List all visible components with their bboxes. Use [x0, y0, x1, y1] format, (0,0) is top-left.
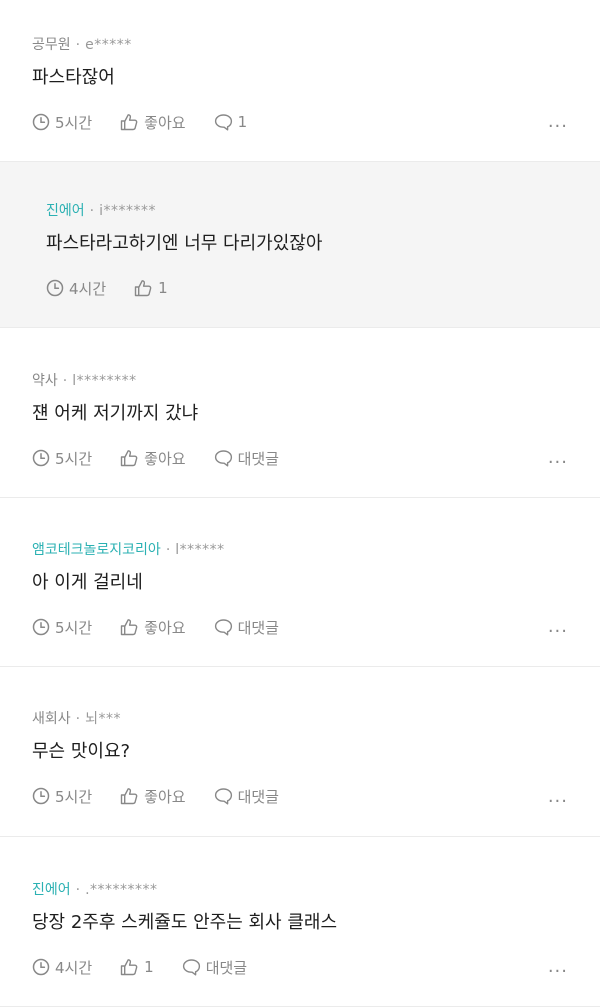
clock-icon [32, 958, 50, 976]
clock-icon [32, 618, 50, 636]
separator: · [165, 542, 171, 558]
comment-meta: 공무원 · e***** [32, 36, 568, 54]
reply-button[interactable]: 대댓글 [214, 617, 279, 638]
reply-label: 대댓글 [237, 787, 279, 806]
like-count: 1 [158, 279, 168, 297]
more-button[interactable]: ... [548, 113, 568, 131]
separator: · [75, 711, 81, 727]
like-button[interactable]: 좋아요 [120, 786, 186, 807]
more-button[interactable]: ... [548, 788, 568, 806]
reply-label: 대댓글 [237, 449, 279, 468]
time-text: 4시간 [69, 279, 107, 298]
separator: · [89, 203, 95, 219]
reply-label: 대댓글 [205, 958, 248, 977]
like-button[interactable]: 1 [120, 958, 154, 976]
speech-bubble-icon [214, 450, 232, 467]
like-label: 좋아요 [144, 618, 186, 637]
clock-icon [32, 449, 50, 467]
reply-comment: 진에어 · i******* 파스타라고하기엔 너무 다리가있잖아 4시간 1 [0, 162, 600, 328]
reply-button[interactable]: 대댓글 [214, 448, 279, 469]
thumbs-up-icon [120, 114, 138, 131]
comment-actions: 5시간 좋아요 1 [32, 111, 568, 133]
comment-meta: 앰코테크놀로지코리아 · l****** [32, 541, 568, 559]
time-text: 5시간 [55, 618, 93, 637]
separator: · [62, 373, 68, 389]
user-id: l****** [175, 542, 225, 558]
like-button[interactable]: 좋아요 [120, 112, 186, 133]
like-label: 좋아요 [144, 449, 186, 468]
comment-meta: 약사 · l******** [32, 372, 568, 390]
author-name[interactable]: 진에어 [32, 881, 71, 899]
clock-icon [46, 279, 64, 297]
speech-bubble-icon [182, 959, 200, 976]
like-count: 1 [144, 958, 154, 976]
comment-meta: 진에어 · i******* [46, 202, 568, 220]
user-id: e***** [85, 37, 132, 53]
comment-text: 아 이게 걸리네 [32, 572, 143, 593]
comment-meta: 진에어 · .********* [32, 881, 568, 899]
author-name[interactable]: 진에어 [46, 202, 85, 220]
like-button[interactable]: 1 [134, 279, 168, 297]
more-button[interactable]: ... [548, 449, 568, 467]
comment-text: 당장 2주후 스케쥴도 안주는 회사 클래스 [32, 912, 338, 933]
time-stamp: 5시간 [32, 112, 92, 133]
reply-button[interactable]: 대댓글 [182, 957, 247, 978]
thumbs-up-icon [120, 619, 138, 636]
time-text: 5시간 [55, 449, 93, 468]
comment-actions: 4시간 1 [46, 277, 568, 299]
clock-icon [32, 113, 50, 131]
comment-actions: 4시간 1 대댓글 [32, 956, 568, 978]
separator: · [75, 882, 81, 898]
comment: 앰코테크놀로지코리아 · l****** 아 이게 걸리네 5시간 좋아요 대댓… [0, 498, 600, 667]
time-stamp: 5시간 [32, 786, 92, 807]
comment: 약사 · l******** 쟨 어케 저기까지 갔냐 5시간 좋아요 대댓글 … [0, 328, 600, 498]
comment-meta: 새회사 · 뇌*** [32, 710, 568, 728]
time-stamp: 4시간 [32, 957, 92, 978]
author-name[interactable]: 공무원 [32, 36, 71, 54]
time-stamp: 4시간 [46, 278, 106, 299]
comment-text: 파스타잖어 [32, 67, 115, 88]
comment-feed: 공무원 · e***** 파스타잖어 5시간 좋아요 1 ... 진에어 · i… [0, 0, 600, 1007]
comment-actions: 5시간 좋아요 대댓글 [32, 616, 568, 638]
separator: · [75, 37, 81, 53]
time-text: 5시간 [55, 113, 93, 132]
user-id: .********* [85, 882, 158, 898]
comment: 진에어 · .********* 당장 2주후 스케쥴도 안주는 회사 클래스 … [0, 837, 600, 1007]
thumbs-up-icon [120, 959, 138, 976]
like-button[interactable]: 좋아요 [120, 448, 186, 469]
comment-actions: 5시간 좋아요 대댓글 [32, 447, 568, 469]
like-label: 좋아요 [144, 113, 186, 132]
more-button[interactable]: ... [548, 618, 568, 636]
comment: 공무원 · e***** 파스타잖어 5시간 좋아요 1 ... [0, 0, 600, 162]
comment-text: 쟨 어케 저기까지 갔냐 [32, 403, 199, 424]
speech-bubble-icon [214, 788, 232, 805]
user-id: 뇌*** [85, 711, 121, 727]
comment-text: 무슨 맛이요? [32, 741, 131, 762]
comment: 새회사 · 뇌*** 무슨 맛이요? 5시간 좋아요 대댓글 ... [0, 667, 600, 837]
reply-label: 1 [237, 113, 248, 131]
more-button[interactable]: ... [548, 958, 568, 976]
time-stamp: 5시간 [32, 448, 92, 469]
time-text: 4시간 [55, 958, 93, 977]
time-stamp: 5시간 [32, 617, 92, 638]
author-name[interactable]: 새회사 [32, 710, 71, 728]
thumbs-up-icon [120, 450, 138, 467]
author-name[interactable]: 앰코테크놀로지코리아 [32, 541, 161, 559]
clock-icon [32, 787, 50, 805]
thumbs-up-icon [134, 280, 152, 297]
like-label: 좋아요 [144, 787, 186, 806]
user-id: i******* [99, 203, 156, 219]
reply-label: 대댓글 [237, 618, 279, 637]
comment-actions: 5시간 좋아요 대댓글 [32, 785, 568, 807]
like-button[interactable]: 좋아요 [120, 617, 186, 638]
speech-bubble-icon [214, 114, 232, 131]
speech-bubble-icon [214, 619, 232, 636]
reply-button[interactable]: 1 [214, 113, 248, 131]
user-id: l******** [72, 373, 137, 389]
time-text: 5시간 [55, 787, 93, 806]
thumbs-up-icon [120, 788, 138, 805]
comment-text: 파스타라고하기엔 너무 다리가있잖아 [46, 233, 323, 254]
reply-button[interactable]: 대댓글 [214, 786, 279, 807]
author-name[interactable]: 약사 [32, 372, 58, 390]
